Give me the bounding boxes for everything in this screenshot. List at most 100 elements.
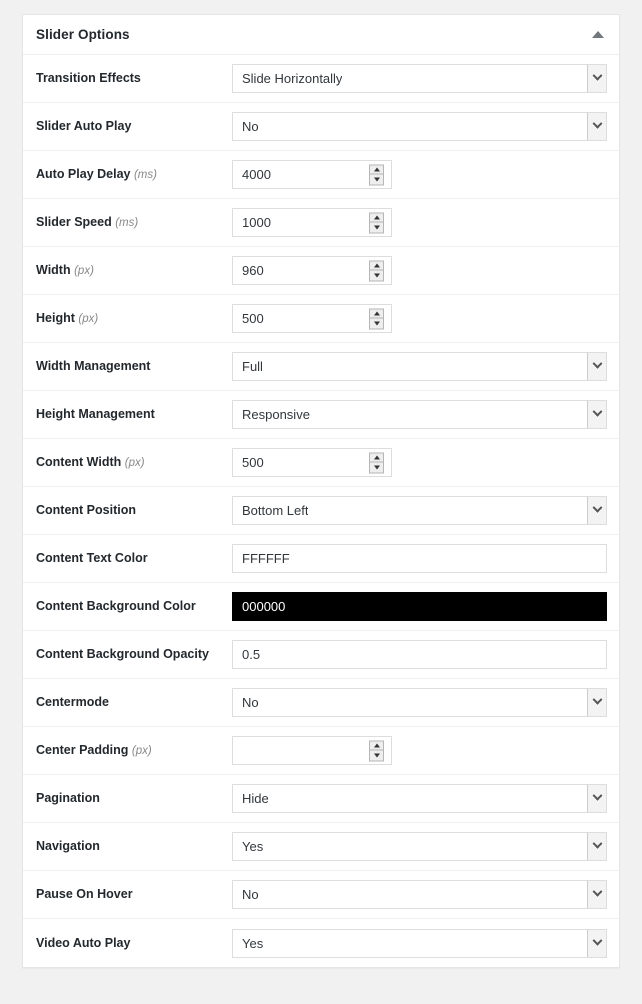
chevron-glyph [592,119,602,129]
number-input-content-width[interactable]: 500 [232,448,392,477]
option-row-content-text-color: Content Text Color FFFFFF [23,535,619,583]
chevron-glyph [592,791,602,801]
chevron-down-icon[interactable] [587,497,606,524]
option-field-auto-play-delay: 4000 [232,160,607,189]
option-field-height-management: Responsive [232,400,607,429]
text-input-content-background-opacity[interactable]: 0.5 [232,640,607,669]
option-field-slider-speed: 1000 [232,208,607,237]
chevron-down-icon[interactable] [587,881,606,908]
stepper-down-button[interactable] [370,271,383,281]
chevron-down-icon[interactable] [587,113,606,140]
option-field-content-background-opacity: 0.5 [232,640,607,669]
label-text: Content Text Color [36,551,148,565]
stepper-down-button[interactable] [370,175,383,185]
number-stepper-auto-play-delay[interactable] [369,164,384,185]
label-text: Height Management [36,407,155,421]
number-stepper-width[interactable] [369,260,384,281]
chevron-down-icon[interactable] [587,401,606,428]
number-input-auto-play-delay[interactable]: 4000 [232,160,392,189]
triangle-down-icon [374,273,380,277]
number-input-height[interactable]: 500 [232,304,392,333]
label-text: Transition Effects [36,71,141,85]
label-unit: (px) [78,313,98,325]
chevron-down-icon[interactable] [587,785,606,812]
option-row-auto-play-delay: Auto Play Delay (ms)4000 [23,151,619,199]
stepper-up-button[interactable] [370,261,383,271]
option-row-video-auto-play: Video Auto PlayYes [23,919,619,967]
option-row-slider-auto-play: Slider Auto Play No [23,103,619,151]
stepper-up-button[interactable] [370,213,383,223]
chevron-down-icon[interactable] [587,689,606,716]
option-field-pagination: Hide [232,784,607,813]
number-input-slider-speed[interactable]: 1000 [232,208,392,237]
stepper-down-button[interactable] [370,751,383,761]
stepper-up-button[interactable] [370,309,383,319]
text-input-content-text-color[interactable]: FFFFFF [232,544,607,573]
triangle-down-icon [374,465,380,469]
option-row-slider-speed: Slider Speed (ms)1000 [23,199,619,247]
chevron-glyph [592,407,602,417]
number-stepper-height[interactable] [369,308,384,329]
select-value: Yes [233,839,263,854]
option-field-height: 500 [232,304,607,333]
stepper-up-button[interactable] [370,165,383,175]
option-label-content-text-color: Content Text Color [36,549,232,567]
panel-header[interactable]: Slider Options [23,15,619,55]
chevron-glyph [592,935,602,945]
number-input-center-padding[interactable] [232,736,392,765]
label-text: Content Width [36,455,121,469]
select-navigation[interactable]: Yes [232,832,607,861]
stepper-up-button[interactable] [370,741,383,751]
stepper-down-button[interactable] [370,463,383,473]
option-label-transition-effects: Transition Effects [36,69,232,87]
select-content-position[interactable]: Bottom Left [232,496,607,525]
option-label-content-position: Content Position [36,501,232,519]
select-pagination[interactable]: Hide [232,784,607,813]
option-row-pagination: PaginationHide [23,775,619,823]
select-width-management[interactable]: Full [232,352,607,381]
option-label-centermode: Centermode [36,693,232,711]
option-label-center-padding: Center Padding (px) [36,741,232,760]
option-label-content-width: Content Width (px) [36,453,232,472]
label-text: Center Padding [36,743,128,757]
select-value: Responsive [233,407,310,422]
option-field-content-position: Bottom Left [232,496,607,525]
triangle-down-icon [374,177,380,181]
chevron-down-icon[interactable] [587,353,606,380]
label-text: Navigation [36,839,100,853]
chevron-down-icon[interactable] [587,65,606,92]
option-field-navigation: Yes [232,832,607,861]
option-field-centermode: No [232,688,607,717]
chevron-glyph [592,503,602,513]
option-row-navigation: Navigation Yes [23,823,619,871]
chevron-glyph [592,839,602,849]
select-transition-effects[interactable]: Slide Horizontally [232,64,607,93]
option-field-center-padding [232,736,607,765]
option-row-transition-effects: Transition Effects Slide Horizontally [23,55,619,103]
chevron-down-icon[interactable] [587,930,606,957]
select-slider-auto-play[interactable]: No [232,112,607,141]
option-label-pause-on-hover: Pause On Hover [36,885,232,903]
stepper-down-button[interactable] [370,223,383,233]
select-height-management[interactable]: Responsive [232,400,607,429]
label-text: Height [36,311,75,325]
stepper-up-button[interactable] [370,453,383,463]
chevron-down-icon[interactable] [587,833,606,860]
option-row-centermode: CentermodeNo [23,679,619,727]
chevron-glyph [592,695,602,705]
label-text: Slider Auto Play [36,119,131,133]
option-label-navigation: Navigation [36,837,232,855]
select-value: Bottom Left [233,503,308,518]
text-input-content-background-color[interactable]: 000000 [232,592,607,621]
triangle-up-icon[interactable] [592,31,604,38]
select-pause-on-hover[interactable]: No [232,880,607,909]
number-stepper-slider-speed[interactable] [369,212,384,233]
slider-options-panel: Slider Options Transition Effects Slide H… [22,14,620,968]
triangle-up-icon [374,263,380,267]
stepper-down-button[interactable] [370,319,383,329]
number-stepper-center-padding[interactable] [369,740,384,761]
select-video-auto-play[interactable]: Yes [232,929,607,958]
select-centermode[interactable]: No [232,688,607,717]
number-stepper-content-width[interactable] [369,452,384,473]
number-input-width[interactable]: 960 [232,256,392,285]
